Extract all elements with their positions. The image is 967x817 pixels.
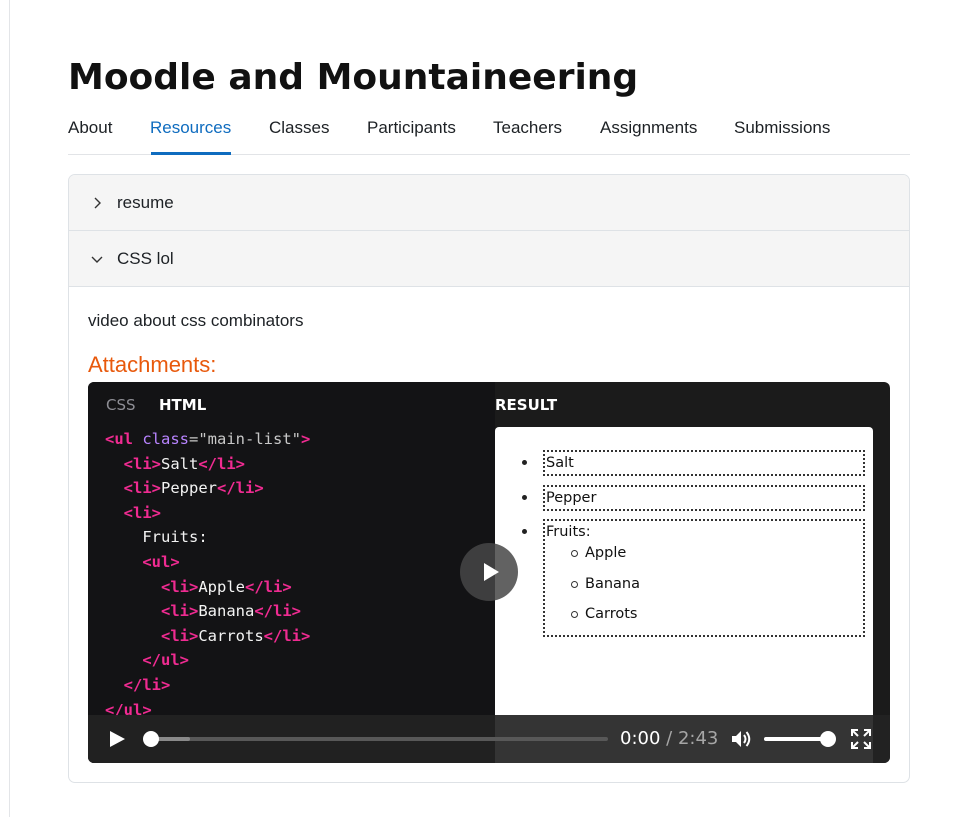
code-tab-html: HTML (159, 396, 207, 414)
tab-classes[interactable]: Classes (269, 118, 329, 138)
section-description: video about css combinators (88, 311, 304, 330)
current-time: 0:00 (620, 728, 661, 749)
volume-slider[interactable] (764, 731, 836, 747)
active-tab-indicator (151, 152, 231, 155)
page-title: Moodle and Mountaineering (68, 57, 639, 98)
code-line: <li>Carrots</li> (161, 626, 311, 645)
tab-submissions[interactable]: Submissions (734, 118, 830, 138)
chevron-down-icon (91, 256, 103, 263)
circle-bullet (571, 550, 578, 557)
big-play-button[interactable] (460, 543, 518, 601)
volume-icon[interactable] (731, 729, 753, 749)
result-subitem: Apple (585, 545, 627, 561)
list-bullet (522, 460, 527, 465)
tab-participants[interactable]: Participants (367, 118, 456, 138)
tab-resources[interactable]: Resources (150, 118, 231, 138)
code-line: <ul class="main-list"> (105, 430, 311, 448)
tab-teachers[interactable]: Teachers (493, 118, 562, 138)
page-left-border (9, 0, 10, 817)
fullscreen-icon[interactable] (851, 729, 871, 749)
circle-bullet (571, 581, 578, 588)
result-subitem: Banana (585, 576, 640, 592)
code-line: </li> (123, 675, 171, 694)
result-subitem: Carrots (585, 606, 638, 622)
result-item-fruits: Fruits: Apple Banana Carrots (543, 519, 865, 637)
section-header-css-lol[interactable]: CSS lol (69, 231, 909, 287)
section-title: resume (117, 193, 174, 212)
code-line: <li>Pepper</li> (123, 479, 264, 498)
play-icon[interactable] (108, 730, 126, 748)
volume-fill (764, 737, 828, 741)
section-header-resume[interactable]: resume (69, 175, 909, 231)
tab-assignments[interactable]: Assignments (600, 118, 697, 138)
play-icon (484, 563, 499, 581)
list-bullet (522, 529, 527, 534)
code-line: <li>Banana</li> (161, 602, 301, 621)
tab-about[interactable]: About (68, 118, 112, 138)
result-pane: Salt Pepper Fruits: Apple Banana Carrots (495, 427, 873, 763)
seek-bar[interactable] (143, 731, 608, 747)
code-line: Fruits: (142, 528, 208, 547)
circle-bullet (571, 611, 578, 618)
code-line: </ul> (142, 651, 189, 670)
code-line: <li> (123, 503, 161, 522)
result-label: RESULT (495, 396, 558, 414)
code-pane: CSS HTML <ul class="main-list"> <li>Salt… (88, 382, 495, 763)
volume-thumb[interactable] (820, 731, 836, 747)
code-line: <li>Apple</li> (161, 577, 292, 596)
code-line: <li>Salt</li> (123, 454, 245, 473)
duration: 2:43 (677, 728, 719, 749)
result-item-salt: Salt (543, 450, 865, 476)
code-tab-css: CSS (106, 396, 136, 414)
resources-accordion: resume CSS lol video about css combinato… (68, 174, 910, 783)
seek-thumb[interactable] (143, 731, 159, 747)
course-tabs-nav: About Resources Classes Participants Tea… (68, 112, 910, 155)
video-player[interactable]: CSS HTML <ul class="main-list"> <li>Salt… (88, 382, 890, 763)
attachments-heading: Attachments: (88, 352, 217, 377)
list-bullet (522, 495, 527, 500)
code-block: <ul class="main-list"> <li>Salt</li> <li… (105, 427, 310, 722)
video-controls: 0:00 / 2:43 (88, 715, 890, 763)
section-title: CSS lol (117, 249, 174, 268)
chevron-right-icon (94, 197, 101, 209)
code-line: <ul> (142, 552, 180, 571)
time-display: 0:00 / 2:43 (620, 728, 718, 750)
time-separator: / (660, 728, 678, 749)
result-item-pepper: Pepper (543, 485, 865, 511)
